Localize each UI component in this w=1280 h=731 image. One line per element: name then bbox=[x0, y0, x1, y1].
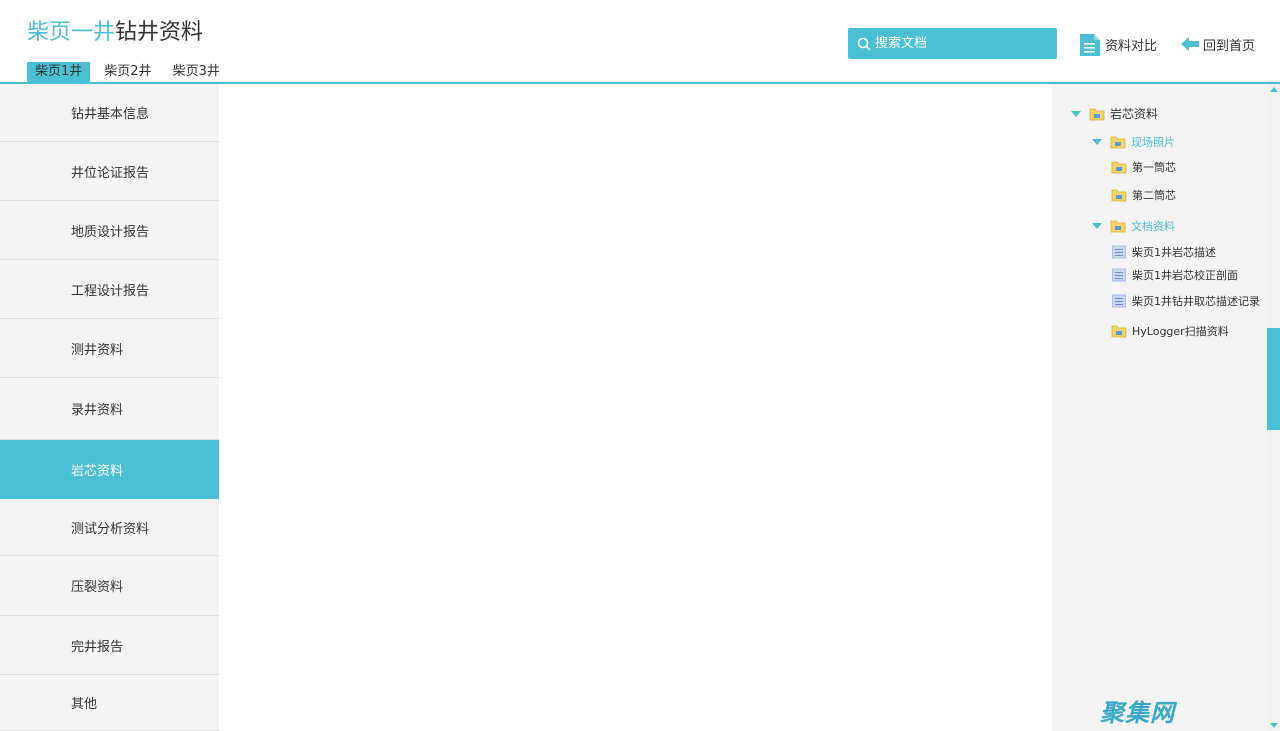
watermark: 聚集网 bbox=[1100, 699, 1175, 727]
sidebar-item-label: 测试分析资料 bbox=[71, 521, 150, 537]
caret-down-icon bbox=[1092, 139, 1102, 145]
folder-icon bbox=[1110, 220, 1126, 233]
page-title: 柴页一井钻井资料 bbox=[27, 14, 203, 46]
search-icon bbox=[857, 37, 871, 51]
caret-down-icon bbox=[1092, 223, 1102, 229]
sidebar-item-label: 地质设计报告 bbox=[71, 224, 150, 240]
sidebar-item-other[interactable]: 其他 bbox=[0, 675, 219, 731]
sidebar-item-label: 工程设计报告 bbox=[71, 283, 150, 299]
folder-icon bbox=[1111, 189, 1127, 202]
tree-node-core-2[interactable]: 第二筒芯 bbox=[1111, 187, 1176, 203]
sidebar-item-well-logging[interactable]: 测井资料 bbox=[0, 319, 219, 378]
home-button[interactable]: 回到首页 bbox=[1181, 30, 1255, 58]
tree-node-label: 岩芯资料 bbox=[1110, 107, 1159, 121]
sidebar-item-fracturing[interactable]: 压裂资料 bbox=[0, 556, 219, 616]
scroll-up-arrow-icon[interactable] bbox=[1270, 87, 1278, 92]
sidebar-item-label: 钻井基本信息 bbox=[71, 107, 150, 122]
search-box[interactable] bbox=[848, 28, 1057, 59]
scroll-down-arrow-icon[interactable] bbox=[1270, 723, 1278, 728]
sidebar-item-completion-report[interactable]: 完井报告 bbox=[0, 616, 219, 675]
tree-node-label: 柴页1井岩芯描述 bbox=[1132, 246, 1216, 259]
tree-node-site-photos[interactable]: 现场照片 bbox=[1092, 134, 1175, 150]
tree-node-label: 柴页1井岩芯校正剖面 bbox=[1132, 269, 1238, 282]
sidebar-item-label: 录井资料 bbox=[71, 403, 124, 418]
folder-icon bbox=[1089, 108, 1105, 120]
document-compare-icon bbox=[1080, 34, 1100, 56]
tree-node-hylogger[interactable]: HyLogger扫描资料 bbox=[1111, 323, 1229, 339]
sidebar-item-label: 井位论证报告 bbox=[71, 165, 150, 181]
tree-node-documents[interactable]: 文档资料 bbox=[1092, 218, 1175, 234]
folder-icon bbox=[1111, 325, 1127, 338]
document-icon bbox=[1112, 268, 1126, 282]
compare-button[interactable]: 资料对比 bbox=[1079, 30, 1157, 58]
home-label: 回到首页 bbox=[1203, 38, 1256, 54]
tree-node-core-1[interactable]: 第一筒芯 bbox=[1111, 159, 1176, 175]
folder-icon bbox=[1111, 161, 1127, 174]
tree-node-doc-core-profile[interactable]: 柴页1井岩芯校正剖面 bbox=[1111, 267, 1238, 283]
sidebar-item-test-analysis[interactable]: 测试分析资料 bbox=[0, 499, 219, 556]
search-input[interactable] bbox=[875, 36, 1045, 51]
tree-node-doc-core-description[interactable]: 柴页1井岩芯描述 bbox=[1111, 244, 1216, 260]
tab-well-1[interactable]: 柴页1井 bbox=[27, 62, 91, 82]
scrollbar[interactable] bbox=[1267, 84, 1280, 731]
tree-node-doc-coring-record[interactable]: 柴页1井钻井取芯描述记录 bbox=[1111, 293, 1260, 309]
file-tree: 岩芯资料 现场照片 第一筒芯 第二筒芯 文档资料 柴页1井岩芯描述 柴页1井岩芯… bbox=[1052, 84, 1267, 731]
sidebar-item-core-data[interactable]: 岩芯资料 bbox=[0, 440, 219, 499]
tree-node-label: 现场照片 bbox=[1131, 136, 1175, 149]
sidebar-item-well-location-report[interactable]: 井位论证报告 bbox=[0, 142, 219, 201]
sidebar-item-label: 岩芯资料 bbox=[71, 463, 124, 479]
tree-node-label: 第二筒芯 bbox=[1132, 189, 1176, 202]
arrow-left-icon bbox=[1181, 37, 1199, 51]
main-content bbox=[220, 84, 1052, 731]
sidebar-item-label: 其他 bbox=[71, 697, 98, 712]
document-icon bbox=[1112, 294, 1126, 308]
header: 柴页一井钻井资料 柴页1井 柴页2井 柴页3井 资料对比 回到首页 bbox=[0, 0, 1280, 84]
title-well-name: 柴页一井 bbox=[27, 20, 116, 45]
sidebar-item-label: 测井资料 bbox=[71, 342, 124, 358]
tree-node-core-data[interactable]: 岩芯资料 bbox=[1071, 105, 1158, 122]
sidebar: 钻井基本信息 井位论证报告 地质设计报告 工程设计报告 测井资料 录井资料 岩芯… bbox=[0, 84, 219, 731]
sidebar-item-label: 完井报告 bbox=[71, 639, 124, 655]
tree-node-label: HyLogger扫描资料 bbox=[1132, 325, 1229, 338]
sidebar-item-engineering-design[interactable]: 工程设计报告 bbox=[0, 260, 219, 319]
sidebar-item-drilling-info[interactable]: 钻井基本信息 bbox=[0, 84, 219, 142]
sidebar-item-label: 压裂资料 bbox=[71, 580, 124, 595]
folder-icon bbox=[1110, 136, 1126, 149]
tab-well-2[interactable]: 柴页2井 bbox=[96, 62, 159, 82]
tree-node-label: 柴页1井钻井取芯描述记录 bbox=[1132, 295, 1260, 308]
caret-down-icon bbox=[1071, 110, 1081, 117]
compare-label: 资料对比 bbox=[1105, 38, 1158, 54]
scrollbar-thumb[interactable] bbox=[1267, 328, 1280, 430]
sidebar-item-mud-logging[interactable]: 录井资料 bbox=[0, 378, 219, 440]
sidebar-item-geology-design[interactable]: 地质设计报告 bbox=[0, 201, 219, 260]
tree-node-label: 文档资料 bbox=[1131, 220, 1175, 233]
document-icon bbox=[1112, 245, 1126, 259]
tab-well-3[interactable]: 柴页3井 bbox=[165, 62, 228, 82]
tree-node-label: 第一筒芯 bbox=[1132, 161, 1176, 174]
well-tabs: 柴页1井 柴页2井 柴页3井 bbox=[27, 62, 233, 82]
title-section: 钻井资料 bbox=[115, 20, 204, 45]
